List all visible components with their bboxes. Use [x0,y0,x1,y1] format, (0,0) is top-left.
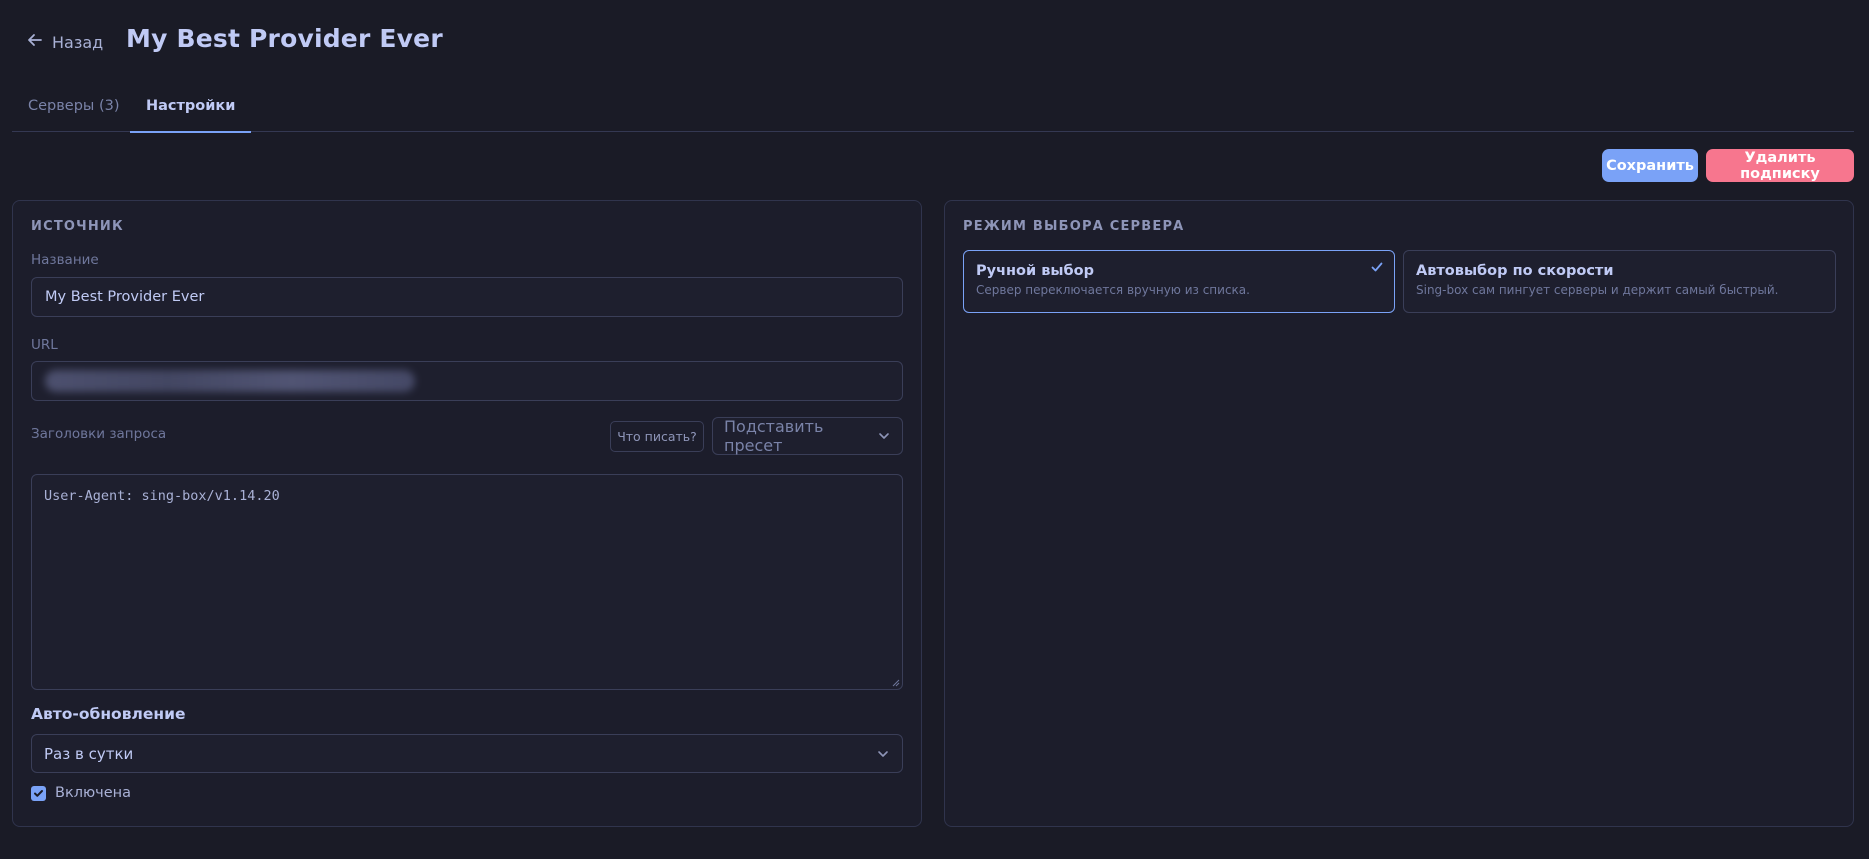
name-label: Название [31,252,99,268]
check-icon [1371,262,1383,272]
page-title: My Best Provider Ever [126,24,443,53]
name-input-value: My Best Provider Ever [45,289,205,305]
mode-option-desc: Sing-box сам пингует серверы и держит са… [1416,283,1779,297]
preset-select-placeholder: Подставить пресет [724,417,824,455]
mode-option-desc: Сервер переключается вручную из списка. [976,283,1250,297]
resize-grip-icon[interactable] [891,678,900,687]
name-input[interactable]: My Best Provider Ever [31,277,903,317]
mode-option-title: Автовыбор по скорости [1416,263,1614,279]
page-header: Назад My Best Provider Ever [0,0,1869,80]
chevron-down-icon [876,747,890,761]
arrow-left-icon [26,31,44,53]
headers-textarea[interactable]: User-Agent: sing-box/v1.14.20 [31,474,903,690]
enabled-label: Включена [55,785,132,801]
url-label: URL [31,337,58,353]
save-button[interactable]: Сохранить [1602,149,1698,182]
headers-label: Заголовки запроса [31,426,167,442]
auto-update-select[interactable]: Раз в сутки [31,734,903,773]
help-button[interactable]: Что писать? [610,421,704,452]
source-panel: ИСТОЧНИК Название My Best Provider Ever … [12,200,922,827]
mode-option-title: Ручной выбор [976,263,1094,279]
enabled-row: Включена [31,785,131,801]
server-mode-section-title: РЕЖИМ ВЫБОРА СЕРВЕРА [963,219,1185,234]
back-button[interactable]: Назад [26,30,103,54]
source-section-title: ИСТОЧНИК [31,219,124,234]
auto-update-label: Авто-обновление [31,705,186,723]
url-input[interactable] [31,361,903,401]
mode-option-manual[interactable]: Ручной выбор Сервер переключается вручну… [963,250,1395,313]
server-mode-panel: РЕЖИМ ВЫБОРА СЕРВЕРА Ручной выбор Сервер… [944,200,1854,827]
back-label: Назад [52,32,104,52]
preset-select[interactable]: Подставить пресет [712,417,903,455]
headers-textarea-value: User-Agent: sing-box/v1.14.20 [44,488,280,504]
enabled-checkbox[interactable] [31,785,46,801]
tab-settings[interactable]: Настройки [130,88,252,133]
auto-update-value: Раз в сутки [44,744,134,763]
delete-subscription-button[interactable]: Удалить подписку [1706,149,1854,182]
check-icon [34,789,43,797]
chevron-down-icon [877,429,891,443]
mode-option-auto[interactable]: Автовыбор по скорости Sing-box сам пингу… [1403,250,1836,313]
blurred-url-value [45,370,415,392]
tab-bar: Серверы (3) Настройки [12,88,1854,133]
tab-servers[interactable]: Серверы (3) [12,88,136,132]
